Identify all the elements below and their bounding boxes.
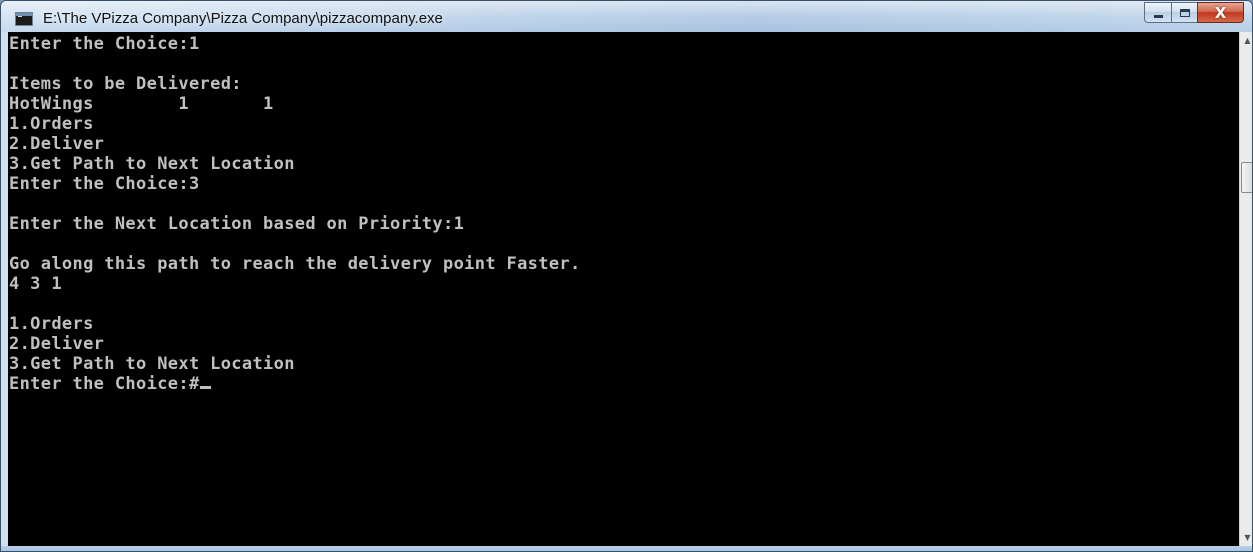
vertical-scrollbar[interactable]: ▲ ▼ bbox=[1239, 32, 1252, 546]
console-line: 3.Get Path to Next Location bbox=[9, 154, 295, 174]
console-line: 2.Deliver bbox=[9, 134, 105, 154]
console-line: 1.Orders bbox=[9, 314, 94, 334]
maximize-icon bbox=[1179, 8, 1190, 17]
console-app-icon[interactable] bbox=[15, 12, 33, 26]
minimize-button[interactable] bbox=[1144, 2, 1171, 23]
console-text: Enter the Choice:1 Items to be Delivered… bbox=[8, 32, 1239, 394]
console-line: Enter the Choice:1 bbox=[9, 34, 200, 54]
maximize-button[interactable] bbox=[1171, 2, 1197, 23]
console-line: 2.Deliver bbox=[9, 334, 105, 354]
console-line: Items to be Delivered: bbox=[9, 74, 242, 94]
window-title: E:\The VPizza Company\Pizza Company\pizz… bbox=[43, 10, 443, 27]
console-output[interactable]: Enter the Choice:1 Items to be Delivered… bbox=[8, 32, 1239, 546]
minimize-icon bbox=[1153, 15, 1163, 18]
console-prompt-line: Enter the Choice:# bbox=[9, 374, 200, 394]
console-line: HotWings 1 1 bbox=[9, 94, 274, 114]
console-window: E:\The VPizza Company\Pizza Company\pizz… bbox=[0, 0, 1253, 552]
console-line: Go along this path to reach the delivery… bbox=[9, 254, 581, 274]
console-line: 3.Get Path to Next Location bbox=[9, 354, 295, 374]
console-line: Enter the Next Location based on Priorit… bbox=[9, 214, 465, 234]
window-bottom-frame bbox=[1, 546, 1252, 551]
close-icon: X bbox=[1214, 3, 1227, 22]
scroll-down-arrow-icon[interactable]: ▼ bbox=[1240, 529, 1252, 546]
scrollbar-thumb[interactable] bbox=[1241, 162, 1252, 193]
scroll-up-arrow-icon[interactable]: ▲ bbox=[1240, 32, 1252, 49]
console-line: Enter the Choice:3 bbox=[9, 174, 200, 194]
close-button[interactable]: X bbox=[1197, 2, 1244, 23]
window-controls: X bbox=[1144, 2, 1244, 24]
title-bar[interactable]: E:\The VPizza Company\Pizza Company\pizz… bbox=[1, 1, 1252, 32]
console-line: 1.Orders bbox=[9, 114, 94, 134]
console-line: 4 3 1 bbox=[9, 274, 62, 294]
text-cursor bbox=[199, 386, 211, 389]
